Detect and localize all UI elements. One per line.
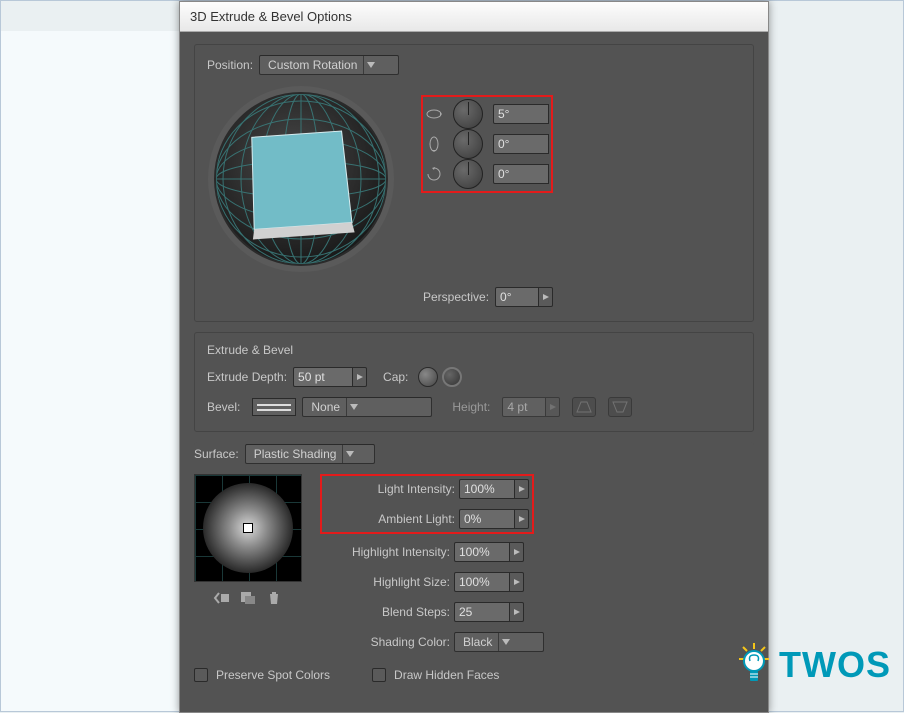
perspective-input[interactable] <box>495 287 539 307</box>
rotate-y-icon <box>425 135 443 153</box>
rotate-z-dial[interactable] <box>453 159 483 189</box>
extrude-depth-field[interactable] <box>293 367 367 387</box>
position-group: Position: Custom Rotation <box>194 44 754 322</box>
light-intensity-label: Light Intensity: <box>325 482 455 496</box>
bevel-height-label: Height: <box>452 400 490 414</box>
bevel-height-stepper <box>546 397 560 417</box>
rotate-y-field[interactable] <box>493 134 549 154</box>
cap-label: Cap: <box>383 370 408 384</box>
chevron-down-icon <box>346 398 360 416</box>
bevel-out-icon <box>608 397 632 417</box>
chevron-down-icon <box>363 56 377 74</box>
surface-dropdown[interactable]: Plastic Shading <box>245 444 375 464</box>
draw-hidden-label: Draw Hidden Faces <box>394 668 499 682</box>
light-handle[interactable] <box>243 523 253 533</box>
window-title: 3D Extrude & Bevel Options <box>190 9 352 24</box>
highlight-intensity-input[interactable] <box>454 542 510 562</box>
rotate-x-field[interactable] <box>493 104 549 124</box>
new-light-icon[interactable] <box>239 590 257 606</box>
extrude-bevel-label: Extrude & Bevel <box>207 343 741 357</box>
rotation-inputs <box>421 85 553 273</box>
rotate-z-field[interactable] <box>493 164 549 184</box>
surface-label: Surface: <box>194 447 239 461</box>
ambient-light-field[interactable] <box>459 509 529 529</box>
rotation-highlight <box>421 95 553 193</box>
move-light-back-icon[interactable] <box>213 590 231 606</box>
preserve-spot-label: Preserve Spot Colors <box>216 668 330 682</box>
surface-dropdown-value: Plastic Shading <box>254 447 337 461</box>
watermark: TWOS <box>737 641 891 689</box>
cap-on-button[interactable] <box>418 367 438 387</box>
bevel-label: Bevel: <box>207 400 240 414</box>
page-background-strip <box>1 31 179 711</box>
bevel-swatch <box>252 398 296 416</box>
bevel-height-input <box>502 397 546 417</box>
highlight-size-field[interactable] <box>454 572 524 592</box>
rotate-z-icon <box>425 165 443 183</box>
rotate-x-input[interactable] <box>493 104 549 124</box>
perspective-field[interactable] <box>495 287 553 307</box>
window-titlebar[interactable]: 3D Extrude & Bevel Options <box>180 2 768 32</box>
lightbulb-icon <box>737 641 771 689</box>
perspective-stepper[interactable] <box>539 287 553 307</box>
bevel-in-icon <box>572 397 596 417</box>
dialog-window: 3D Extrude & Bevel Options Position: Cus… <box>179 1 769 713</box>
position-dropdown[interactable]: Custom Rotation <box>259 55 399 75</box>
highlight-intensity-field[interactable] <box>454 542 524 562</box>
shading-color-label: Shading Color: <box>320 635 450 649</box>
ambient-light-stepper[interactable] <box>515 509 529 529</box>
light-highlight: Light Intensity: Ambient Light: <box>320 474 534 534</box>
bevel-dropdown[interactable]: None <box>302 397 432 417</box>
rotate-x-dial[interactable] <box>453 99 483 129</box>
light-intensity-input[interactable] <box>459 479 515 499</box>
highlight-intensity-label: Highlight Intensity: <box>320 545 450 559</box>
extrude-bevel-group: Extrude & Bevel Extrude Depth: Cap: Beve… <box>194 332 754 432</box>
delete-light-icon[interactable] <box>265 590 283 606</box>
rotate-y-dial[interactable] <box>453 129 483 159</box>
light-preview-panel <box>194 474 302 662</box>
rotate-z-input[interactable] <box>493 164 549 184</box>
watermark-text: TWOS <box>779 644 891 686</box>
ambient-light-input[interactable] <box>459 509 515 529</box>
position-dropdown-value: Custom Rotation <box>268 58 357 72</box>
highlight-intensity-stepper[interactable] <box>510 542 524 562</box>
highlight-size-stepper[interactable] <box>510 572 524 592</box>
blend-steps-field[interactable] <box>454 602 524 622</box>
light-intensity-stepper[interactable] <box>515 479 529 499</box>
cap-off-button[interactable] <box>442 367 462 387</box>
draw-hidden-checkbox[interactable] <box>372 668 386 682</box>
shading-color-value: Black <box>463 635 492 649</box>
blend-steps-label: Blend Steps: <box>320 605 450 619</box>
rotate-y-input[interactable] <box>493 134 549 154</box>
extrude-depth-stepper[interactable] <box>353 367 367 387</box>
highlight-size-label: Highlight Size: <box>320 575 450 589</box>
surface-group: Surface: Plastic Shading <box>194 442 754 682</box>
ambient-light-label: Ambient Light: <box>325 512 455 526</box>
light-intensity-field[interactable] <box>459 479 529 499</box>
blend-steps-stepper[interactable] <box>510 602 524 622</box>
position-label: Position: <box>207 58 253 72</box>
blend-steps-input[interactable] <box>454 602 510 622</box>
surface-fields: Light Intensity: Ambient Light: <box>320 474 754 662</box>
chevron-down-icon <box>498 633 512 651</box>
dialog-body: Position: Custom Rotation <box>180 32 768 704</box>
chevron-down-icon <box>342 445 356 463</box>
extrude-depth-label: Extrude Depth: <box>207 370 287 384</box>
shading-color-dropdown[interactable]: Black <box>454 632 544 652</box>
bevel-dropdown-value: None <box>311 400 340 414</box>
perspective-label: Perspective: <box>423 290 489 304</box>
rotation-trackball[interactable] <box>207 85 395 273</box>
light-preview[interactable] <box>194 474 302 582</box>
preserve-spot-checkbox[interactable] <box>194 668 208 682</box>
extrude-depth-input[interactable] <box>293 367 353 387</box>
highlight-size-input[interactable] <box>454 572 510 592</box>
bevel-height-field <box>502 397 560 417</box>
rotate-x-icon <box>425 105 443 123</box>
